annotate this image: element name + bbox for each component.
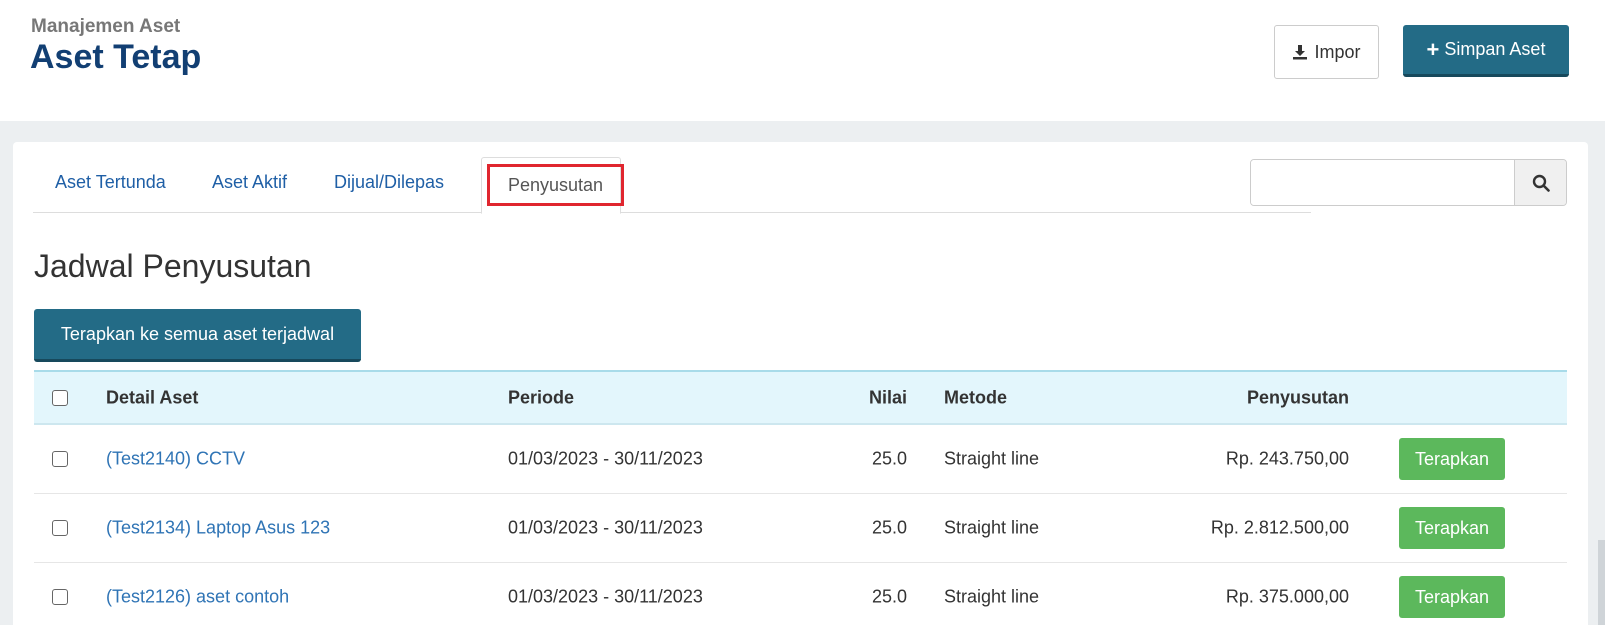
- select-all-checkbox[interactable]: [52, 389, 68, 406]
- apply-all-button[interactable]: Terapkan ke semua aset terjadwal: [34, 309, 361, 362]
- method-cell: Straight line: [944, 517, 1040, 538]
- method-cell: Straight line: [944, 448, 1040, 469]
- table-row: (Test2134) Laptop Asus 123 01/03/2023 - …: [34, 494, 1567, 563]
- value-cell: 25.0: [871, 517, 907, 538]
- apply-button[interactable]: Terapkan: [1399, 576, 1505, 618]
- depreciation-table: Detail Aset Periode Nilai Metode Penyusu…: [34, 370, 1567, 625]
- method-cell: Straight line: [944, 586, 1040, 607]
- table-row: (Test2126) aset contoh 01/03/2023 - 30/1…: [34, 563, 1567, 625]
- download-icon: [1293, 45, 1308, 60]
- breadcrumb[interactable]: Manajemen Aset: [31, 16, 180, 38]
- tab-bar: Aset Tertunda Aset Aktif Dijual/Dilepas …: [33, 142, 1311, 214]
- tab-aset-tertunda[interactable]: Aset Tertunda: [55, 172, 166, 193]
- value-cell: 25.0: [871, 586, 907, 607]
- scrollbar[interactable]: [1598, 540, 1605, 625]
- table-row: (Test2140) CCTV 01/03/2023 - 30/11/2023 …: [34, 425, 1567, 494]
- tab-aset-aktif[interactable]: Aset Aktif: [212, 172, 287, 193]
- apply-button[interactable]: Terapkan: [1399, 507, 1505, 549]
- row-checkbox[interactable]: [52, 520, 68, 536]
- save-asset-label: Simpan Aset: [1444, 39, 1546, 59]
- period-cell: 01/03/2023 - 30/11/2023: [508, 586, 703, 607]
- search-input[interactable]: [1251, 160, 1514, 205]
- header-detail: Detail Aset: [106, 387, 199, 407]
- asset-link[interactable]: (Test2140) CCTV: [106, 449, 245, 470]
- tab-penyusutan[interactable]: Penyusutan: [481, 157, 624, 214]
- row-checkbox[interactable]: [52, 451, 68, 467]
- main-panel: Aset Tertunda Aset Aktif Dijual/Dilepas …: [13, 142, 1588, 625]
- tab-dijual-dilepas[interactable]: Dijual/Dilepas: [334, 172, 444, 193]
- import-button[interactable]: Impor: [1274, 25, 1379, 79]
- header-method: Metode: [944, 387, 1007, 407]
- period-cell: 01/03/2023 - 30/11/2023: [508, 448, 703, 469]
- value-cell: 25.0: [871, 448, 907, 469]
- depreciation-cell: Rp. 375.000,00: [1225, 586, 1349, 607]
- section-title: Jadwal Penyusutan: [34, 248, 312, 284]
- page-header: Manajemen Aset Aset Tetap Impor + Simpan…: [0, 0, 1605, 121]
- import-label: Impor: [1314, 41, 1361, 62]
- plus-icon: +: [1426, 36, 1440, 62]
- search-icon: [1532, 174, 1550, 192]
- depreciation-cell: Rp. 2.812.500,00: [1210, 517, 1349, 538]
- page-title: Aset Tetap: [30, 38, 202, 76]
- header-depreciation: Penyusutan: [1246, 387, 1349, 407]
- depreciation-cell: Rp. 243.750,00: [1225, 448, 1349, 469]
- apply-button[interactable]: Terapkan: [1399, 438, 1505, 480]
- header-period: Periode: [508, 387, 575, 407]
- search-button[interactable]: [1514, 160, 1566, 205]
- tab-penyusutan-label: Penyusutan: [507, 174, 604, 195]
- save-asset-button[interactable]: + Simpan Aset: [1403, 25, 1569, 77]
- asset-link[interactable]: (Test2134) Laptop Asus 123: [106, 518, 330, 539]
- search-box: [1250, 159, 1567, 206]
- row-checkbox[interactable]: [52, 589, 68, 605]
- asset-link[interactable]: (Test2126) aset contoh: [106, 587, 289, 608]
- tab-highlight-box: Penyusutan: [487, 164, 624, 206]
- header-value: Nilai: [868, 387, 907, 407]
- table-header: Detail Aset Periode Nilai Metode Penyusu…: [34, 370, 1567, 425]
- period-cell: 01/03/2023 - 30/11/2023: [508, 517, 703, 538]
